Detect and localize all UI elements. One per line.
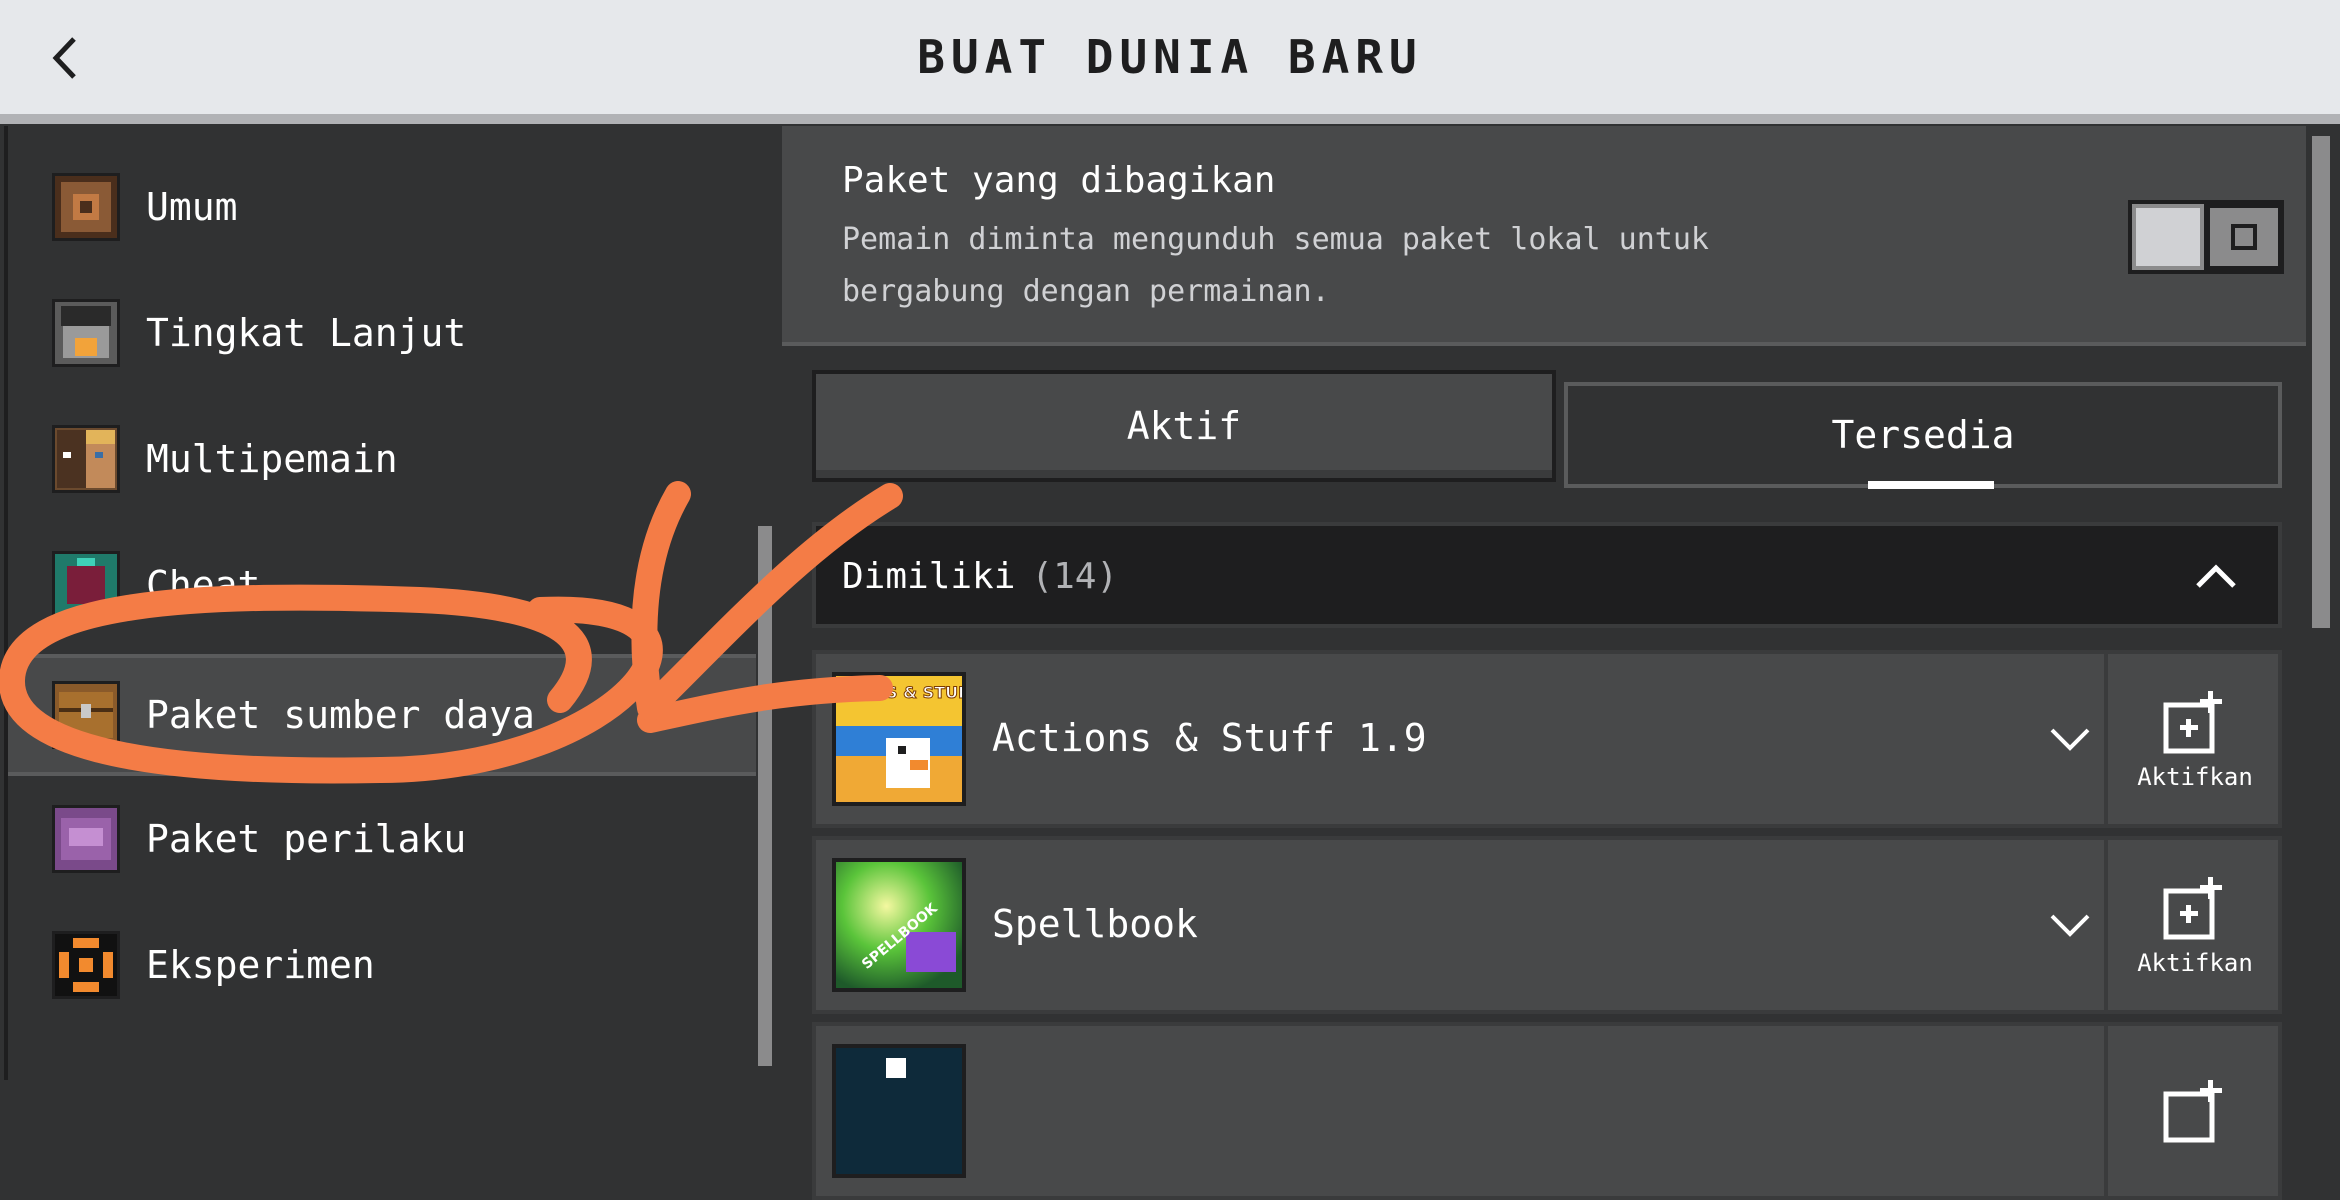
tab-selected-underline	[1868, 481, 1994, 489]
sidebar-item-advanced[interactable]: Tingkat Lanjut	[8, 272, 756, 394]
sidebar-item-experiments[interactable]: Eksperimen	[8, 904, 756, 1026]
pack-name: Spellbook	[992, 902, 1198, 946]
list-item	[812, 1022, 2282, 1200]
resource-packs-panel: Paket yang dibagikan Pemain diminta meng…	[782, 126, 2310, 1200]
sidebar-item-behavior-packs[interactable]: Paket perilaku	[8, 778, 756, 900]
sidebar-item-label: Eksperimen	[146, 943, 375, 987]
top-bar: BUAT DUNIA BARU	[0, 0, 2340, 124]
pack-thumbnail	[832, 1044, 966, 1178]
shared-packs-description: Pemain diminta mengunduh semua paket lok…	[842, 222, 1709, 309]
sidebar-item-label: Tingkat Lanjut	[146, 311, 467, 355]
sidebar-item-label: Paket perilaku	[146, 817, 467, 861]
thumb-text: ACTIONS & STUFF	[836, 683, 962, 702]
add-pack-icon	[2163, 1080, 2222, 1143]
pack-details-toggle[interactable]: ACTIONS & STUFF Actions & Stuff 1.9	[816, 654, 2104, 824]
toggle-knob	[2132, 204, 2204, 270]
sidebar-item-cheats[interactable]: Cheat	[8, 524, 756, 646]
list-item: SPELLBOOK Spellbook Aktifkan	[812, 836, 2282, 1014]
sidebar-item-label: Multipemain	[146, 437, 398, 481]
add-pack-icon	[2163, 691, 2222, 754]
sidebar-scrollbar[interactable]	[758, 526, 772, 1066]
page-title: BUAT DUNIA BARU	[917, 30, 1423, 84]
chevron-up-icon	[2196, 564, 2236, 588]
toggle-off-indicator	[2210, 208, 2278, 266]
pack-details-toggle[interactable]: SPELLBOOK Spellbook	[816, 840, 2104, 1010]
settings-sidebar: Umum Tingkat Lanjut Multipemain Cheat Pa…	[4, 126, 786, 1080]
shared-packs-title: Paket yang dibagikan	[842, 160, 1276, 201]
panel-scrollbar[interactable]	[2312, 136, 2330, 628]
sidebar-item-label: Paket sumber daya	[146, 693, 535, 737]
chevron-down-icon	[2050, 914, 2090, 937]
players-icon	[52, 425, 120, 493]
tab-active-packs[interactable]: Aktif	[812, 370, 1556, 482]
activate-button[interactable]	[2104, 1026, 2282, 1196]
owned-label: Dimiliki (14)	[842, 556, 1118, 597]
chevron-down-icon	[2050, 728, 2090, 751]
sidebar-item-label: Umum	[146, 185, 238, 229]
activate-label: Aktifkan	[2137, 949, 2253, 977]
cheat-icon	[52, 551, 120, 619]
list-item: ACTIONS & STUFF Actions & Stuff 1.9 Akti…	[812, 650, 2282, 828]
sidebar-item-label: Cheat	[146, 563, 261, 607]
shared-packs-setting: Paket yang dibagikan Pemain diminta meng…	[782, 126, 2310, 346]
furnace-icon	[52, 299, 120, 367]
sidebar-item-multiplayer[interactable]: Multipemain	[8, 398, 756, 520]
tab-available-packs[interactable]: Tersedia	[1564, 382, 2282, 488]
activate-button[interactable]: Aktifkan	[2104, 654, 2282, 824]
pack-name: Actions & Stuff 1.9	[992, 716, 1427, 760]
experiment-icon	[52, 931, 120, 999]
owned-count: (14)	[1031, 556, 1119, 597]
owned-title: Dimiliki	[842, 556, 1016, 597]
owned-section-header[interactable]: Dimiliki (14)	[812, 522, 2282, 628]
pack-details-toggle[interactable]	[816, 1026, 2104, 1196]
pack-thumbnail: SPELLBOOK	[832, 858, 966, 992]
chest-icon	[52, 681, 120, 749]
add-pack-icon	[2163, 877, 2222, 940]
pack-thumbnail: ACTIONS & STUFF	[818, 672, 980, 806]
sidebar-item-resource-packs[interactable]: Paket sumber daya	[8, 654, 756, 776]
shared-packs-toggle[interactable]	[2128, 200, 2284, 274]
gear-icon	[52, 173, 120, 241]
activate-button[interactable]: Aktifkan	[2104, 840, 2282, 1010]
activate-label: Aktifkan	[2137, 763, 2253, 791]
off-circle-icon	[2231, 224, 2257, 250]
sidebar-item-general[interactable]: Umum	[8, 146, 756, 268]
behavior-icon	[52, 805, 120, 873]
